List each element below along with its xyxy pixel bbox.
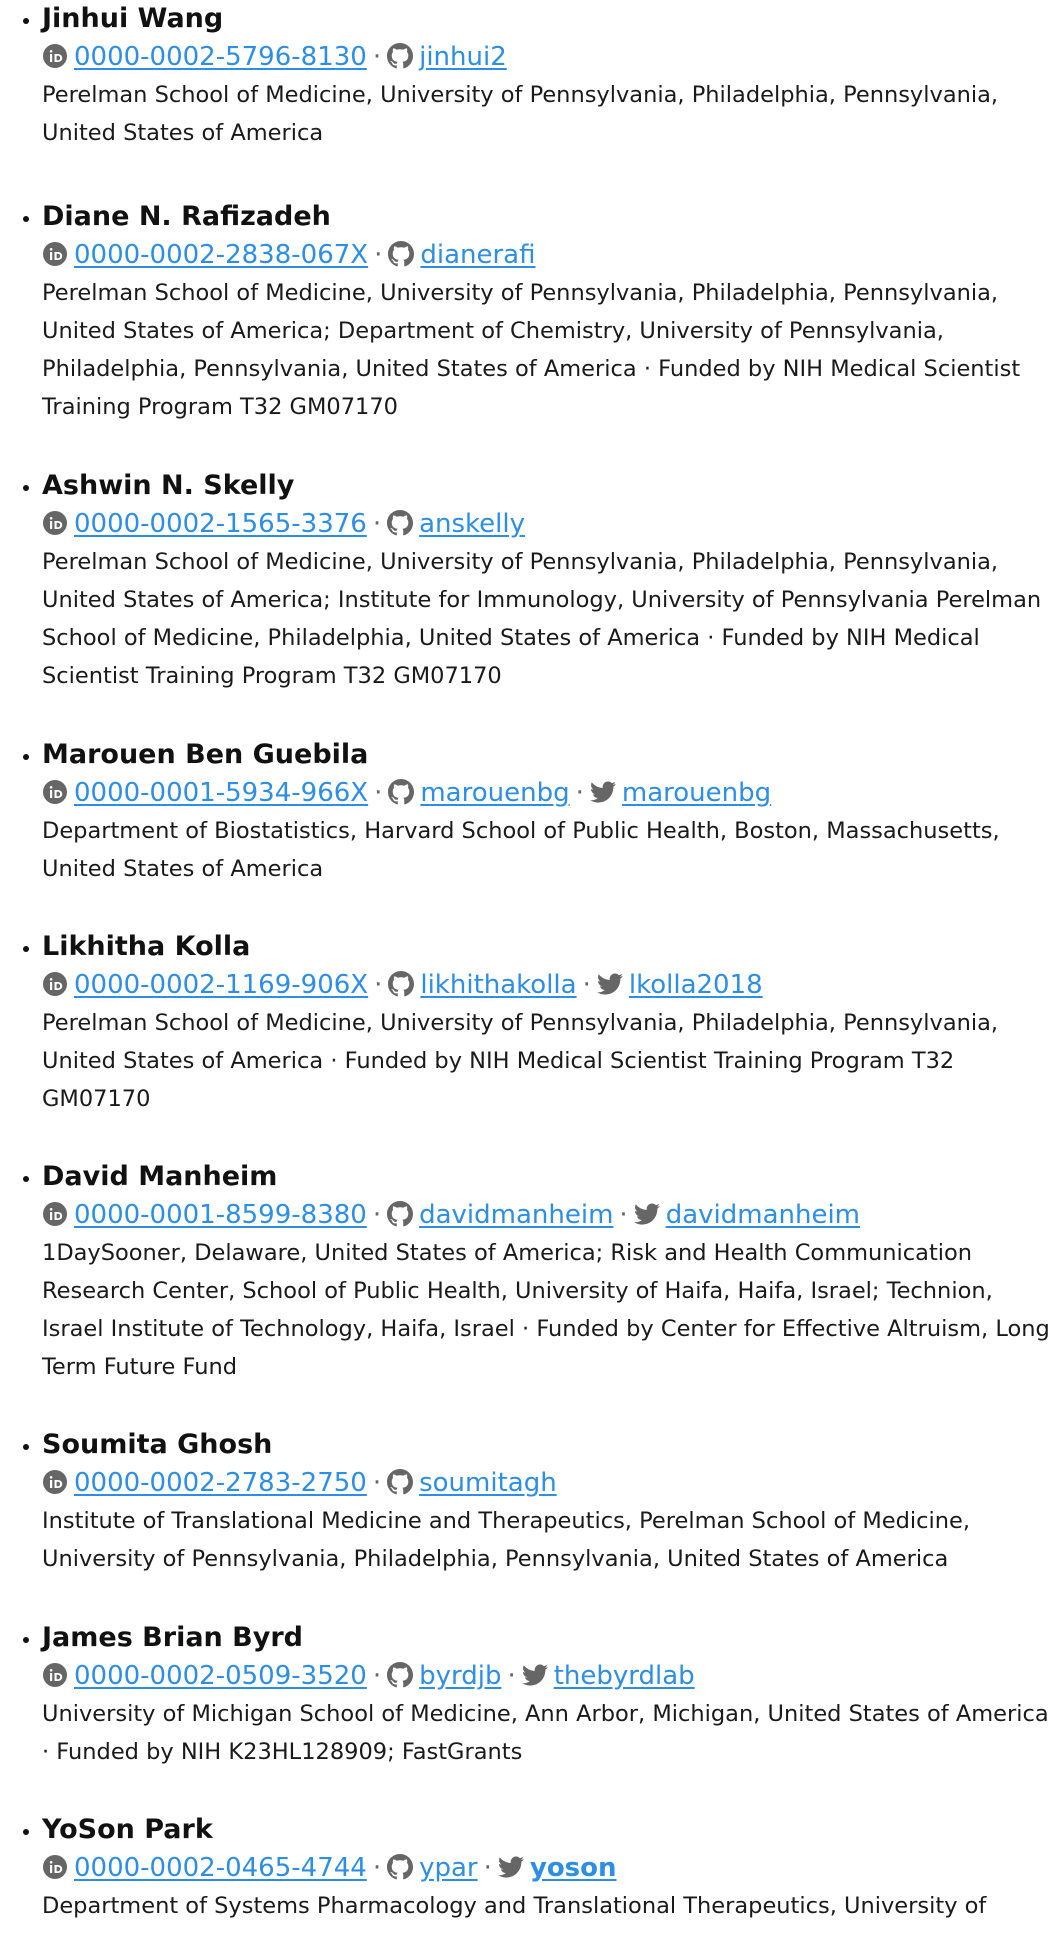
author-affiliation: 1DaySooner, Delaware, United States of A… xyxy=(42,1240,1050,1380)
separator: · xyxy=(374,778,383,808)
separator: · xyxy=(575,778,584,808)
author-affiliation: University of Michigan School of Medicin… xyxy=(42,1701,1049,1765)
github-icon xyxy=(388,971,415,997)
orcid-link[interactable]: 0000-0002-2783-2750 xyxy=(74,1468,367,1498)
author-affiliation: Perelman School of Medicine, University … xyxy=(42,82,999,146)
separator: · xyxy=(619,1200,628,1230)
author-ids: 0000-0002-5796-8130 · jinhui2 xyxy=(42,38,1058,76)
github-icon xyxy=(387,43,414,69)
github-link[interactable]: byrdjb xyxy=(419,1661,501,1691)
github-icon xyxy=(387,1854,414,1880)
twitter-link[interactable]: marouenbg xyxy=(622,778,771,808)
author-affiliation: Perelman School of Medicine, University … xyxy=(42,1010,999,1112)
author-affiliation: Department of Biostatistics, Harvard Sch… xyxy=(42,818,1000,882)
author-name: YoSon Park xyxy=(42,1814,213,1845)
author-name: Likhitha Kolla xyxy=(42,931,251,962)
separator: · xyxy=(582,970,591,1000)
orcid-link[interactable]: 0000-0001-5934-966X xyxy=(74,778,368,808)
orcid-icon xyxy=(42,971,68,997)
separator: · xyxy=(372,1200,382,1230)
author-affiliation: Institute of Translational Medicine and … xyxy=(42,1508,971,1572)
github-link[interactable]: anskelly xyxy=(419,509,525,539)
author-ids: 0000-0002-2838-067X · dianerafi xyxy=(42,236,1058,274)
orcid-icon xyxy=(42,1201,68,1227)
author-item: Diane N. Rafizadeh 0000-0002-2838-067X· d… xyxy=(42,198,1058,467)
separator: · xyxy=(374,240,383,270)
author-item: David Manheim 0000-0001-8599-8380·davidm… xyxy=(42,1158,1058,1426)
orcid-link[interactable]: 0000-0002-0465-4744 xyxy=(74,1853,367,1883)
author-name: Diane N. Rafizadeh xyxy=(42,201,331,232)
twitter-icon xyxy=(497,1854,524,1880)
orcid-icon xyxy=(42,1469,68,1495)
author-item: Likhitha Kolla 0000-0002-1169-906X·likhi… xyxy=(42,928,1058,1158)
github-link[interactable]: jinhui2 xyxy=(419,42,507,72)
twitter-icon xyxy=(596,971,623,997)
author-item: James Brian Byrd 0000-0002-0509-3520·byr… xyxy=(42,1619,1058,1811)
author-ids: 0000-0002-2783-2750 · soumitagh xyxy=(42,1464,1058,1502)
author-name: David Manheim xyxy=(42,1161,278,1192)
orcid-link[interactable]: 0000-0002-5796-8130 xyxy=(74,42,367,72)
twitter-icon xyxy=(633,1201,660,1227)
orcid-icon xyxy=(42,1854,68,1880)
author-name: Marouen Ben Guebila xyxy=(42,739,369,770)
twitter-link[interactable]: lkolla2018 xyxy=(629,970,763,1000)
author-ids: 0000-0001-8599-8380 · davidmanheim · davidma… xyxy=(42,1196,1058,1234)
orcid-icon xyxy=(42,779,68,805)
orcid-link[interactable]: 0000-0001-8599-8380 xyxy=(74,1200,367,1230)
separator: · xyxy=(372,42,382,72)
github-link[interactable]: davidmanheim xyxy=(419,1200,613,1230)
github-link[interactable]: soumitagh xyxy=(419,1468,557,1498)
separator: · xyxy=(507,1661,516,1691)
orcid-link[interactable]: 0000-0002-1169-906X xyxy=(74,970,368,1000)
separator: · xyxy=(372,509,382,539)
author-ids: 0000-0002-0509-3520 · byrdjb · thebyrdlab xyxy=(42,1657,1058,1695)
orcid-icon xyxy=(42,510,68,536)
author-ids: 0000-0002-1169-906X · likhithakolla · lkolla… xyxy=(42,966,1058,1004)
orcid-icon xyxy=(42,1662,68,1688)
github-icon xyxy=(387,1201,414,1227)
author-item: Ashwin N. Skelly 0000-0002-1565-3376· ans… xyxy=(42,467,1058,736)
github-icon xyxy=(387,510,414,536)
author-affiliation: Department of Systems Pharmacology and T… xyxy=(42,1893,987,1919)
author-name: Ashwin N. Skelly xyxy=(42,470,295,501)
twitter-icon xyxy=(521,1662,548,1688)
orcid-link[interactable]: 0000-0002-1565-3376 xyxy=(74,509,367,539)
orcid-link[interactable]: 0000-0002-0509-3520 xyxy=(74,1661,367,1691)
separator: · xyxy=(374,970,383,1000)
author-name: Soumita Ghosh xyxy=(42,1429,273,1460)
author-item: Soumita Ghosh 0000-0002-2783-2750· soumit… xyxy=(42,1426,1058,1619)
github-link[interactable]: marouenbg xyxy=(420,778,569,808)
author-name: James Brian Byrd xyxy=(42,1622,303,1653)
orcid-icon xyxy=(42,43,68,69)
author-list: Jinhui Wang 0000-0002-5796-8130·jinhui2 … xyxy=(0,0,1058,1941)
separator: · xyxy=(483,1853,492,1883)
author-ids: 0000-0002-1565-3376 · anskelly xyxy=(42,505,1058,543)
author-ids: 0000-0002-0465-4744 · ypar · yoson xyxy=(42,1849,1058,1887)
author-item: Marouen Ben Guebila 0000-0001-5934-966X·… xyxy=(42,736,1058,928)
github-icon xyxy=(388,779,415,805)
author-ids: 0000-0001-5934-966X · marouenbg · marouenbg xyxy=(42,774,1058,812)
author-item: Jinhui Wang 0000-0002-5796-8130·jinhui2 … xyxy=(42,0,1058,198)
twitter-link[interactable]: yoson xyxy=(530,1853,617,1883)
github-link[interactable]: likhithakolla xyxy=(420,970,576,1000)
author-name: Jinhui Wang xyxy=(42,3,224,34)
twitter-link[interactable]: davidmanheim xyxy=(666,1200,860,1230)
github-icon xyxy=(387,1469,414,1495)
author-item: YoSon Park 0000-0002-0465-4744·ypar·yoso… xyxy=(42,1811,1058,1941)
author-affiliation: Perelman School of Medicine, University … xyxy=(42,280,1021,420)
orcid-icon xyxy=(42,241,68,267)
github-icon xyxy=(388,241,415,267)
github-icon xyxy=(387,1662,414,1688)
author-affiliation: Perelman School of Medicine, University … xyxy=(42,549,1042,689)
github-link[interactable]: ypar xyxy=(419,1853,478,1883)
separator: · xyxy=(372,1468,382,1498)
twitter-link[interactable]: thebyrdlab xyxy=(554,1661,695,1691)
separator: · xyxy=(372,1661,382,1691)
github-link[interactable]: dianerafi xyxy=(420,240,535,270)
twitter-icon xyxy=(589,779,616,805)
orcid-link[interactable]: 0000-0002-2838-067X xyxy=(74,240,368,270)
separator: · xyxy=(372,1853,382,1883)
